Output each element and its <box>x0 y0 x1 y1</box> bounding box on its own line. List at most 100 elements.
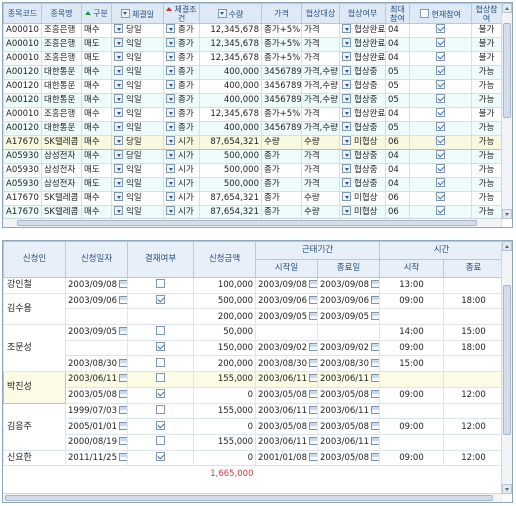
end-date-cell[interactable]: 2003/09/08 <box>317 277 380 294</box>
time-start-cell[interactable]: 13:00 <box>379 277 444 294</box>
end-date-cell[interactable]: 2003/06/11 <box>317 402 380 420</box>
attendance-row[interactable]: 200,000 2003/09/05 2003/09/05 <box>4 308 505 326</box>
cell-qty[interactable]: 500,000 <box>199 177 262 192</box>
end-date-cell[interactable]: 2003/05/08 <box>317 418 380 435</box>
attendance-row[interactable]: 2000/08/19 155,000 2003/06/11 2003/06/11 <box>4 433 505 451</box>
order-row[interactable]: A05930 삼성전자 매도 익일 시가 500,000 종가 가격 협상중 04 가능 <box>3 177 502 192</box>
cell-neg-status[interactable]: 미협상 <box>339 135 386 150</box>
start-date-cell[interactable]: 2003/05/08 <box>255 418 318 435</box>
order-row[interactable]: A05930 삼성전자 매수 당일 시가 500,000 종가 가격 협상중 04 가능 <box>3 149 502 164</box>
col-header-max[interactable]: 최대참여 <box>385 3 410 24</box>
approval-checkbox[interactable] <box>156 389 165 399</box>
dropdown-icon[interactable] <box>114 150 123 159</box>
cell-neg-status[interactable]: 협상중 <box>339 65 386 80</box>
apply-date-cell[interactable]: 2003/09/06 <box>65 292 128 310</box>
cell-current[interactable] <box>409 93 472 108</box>
time-end-cell[interactable]: 12:00 <box>442 418 505 435</box>
cell-neg-status[interactable]: 협상중 <box>339 121 386 136</box>
dropdown-icon[interactable] <box>114 108 123 117</box>
col-header-neg-join[interactable]: 협상참여 <box>471 3 502 24</box>
cell-code[interactable]: A00010 <box>3 37 42 52</box>
time-end-cell[interactable] <box>442 308 505 326</box>
end-date-cell[interactable]: 2003/06/11 <box>317 371 380 388</box>
cell-type[interactable]: 매수 <box>81 93 112 108</box>
time-start-cell[interactable] <box>379 402 444 420</box>
applicant-name[interactable]: 박진성 <box>3 371 66 404</box>
order-row[interactable]: A00120 대한통운 매수 익일 종가 400,000 34567891가격,수량 협상중 0… <box>3 79 502 94</box>
dropdown-icon[interactable] <box>342 80 351 89</box>
horizontal-scrollbar-2[interactable] <box>3 493 503 502</box>
attendance-row[interactable]: 2005/01/01 0 2003/05/08 2003/05/08 09:00 12:0… <box>4 418 505 435</box>
cell-code[interactable]: A00120 <box>3 93 42 108</box>
cell-exec-date[interactable]: 익일 <box>111 51 164 66</box>
dropdown-icon[interactable] <box>114 136 123 145</box>
dropdown-icon[interactable] <box>114 94 123 103</box>
col-header-end-date[interactable]: 종료일 <box>317 259 380 278</box>
checkbox[interactable] <box>436 94 445 103</box>
cell-neg-status[interactable]: 협상완료 <box>339 51 386 66</box>
applicant-name[interactable]: 김수용 <box>3 292 66 326</box>
apply-date-cell[interactable]: 2003/05/08 <box>65 386 128 404</box>
cell-exec-date[interactable]: 익일 <box>111 121 164 136</box>
dropdown-icon[interactable] <box>114 24 123 33</box>
calendar-icon[interactable] <box>119 374 127 383</box>
time-end-cell[interactable]: 18:00 <box>442 339 505 357</box>
approval-cell[interactable] <box>127 355 194 373</box>
cell-qty[interactable]: 12,345,678 <box>199 23 262 38</box>
col-header-exec-cond[interactable]: 체결조건 <box>163 3 200 24</box>
calendar-icon[interactable] <box>119 405 127 414</box>
calendar-icon[interactable] <box>371 390 379 399</box>
calendar-icon[interactable] <box>371 280 379 289</box>
cell-type[interactable]: 매수 <box>81 149 112 164</box>
cell-qty[interactable]: 87,654,321 <box>199 191 262 206</box>
sort-desc-icon[interactable] <box>166 6 173 11</box>
amount-cell[interactable]: 155,000 <box>193 433 256 451</box>
cell-current[interactable] <box>409 51 472 66</box>
calendar-icon[interactable] <box>371 358 379 367</box>
cell-neg-target[interactable]: 가격,수량 <box>301 65 340 80</box>
dropdown-icon[interactable] <box>342 66 351 75</box>
amount-cell[interactable]: 150,000 <box>193 339 256 357</box>
dropdown-icon[interactable] <box>114 52 123 61</box>
calendar-icon[interactable] <box>119 452 127 461</box>
approval-checkbox[interactable] <box>156 342 165 352</box>
start-date-cell[interactable]: 2003/09/08 <box>255 277 318 294</box>
cell-neg-target[interactable]: 가격 <box>301 51 340 66</box>
start-date-cell[interactable] <box>255 324 318 341</box>
approval-checkbox[interactable] <box>156 357 165 367</box>
cell-type[interactable]: 매수 <box>81 65 112 80</box>
cell-neg-join[interactable]: 불가 <box>471 107 502 122</box>
col-header-time[interactable]: 시간 <box>378 241 505 260</box>
cell-neg-target[interactable]: 가격 <box>301 177 340 192</box>
cell-price[interactable]: 종가 <box>261 191 302 206</box>
time-start-cell[interactable]: 09:00 <box>379 449 444 467</box>
attendance-row[interactable]: 김응주 1999/07/03 155,000 2003/06/11 2003/06/11 <box>3 402 505 451</box>
cell-code[interactable]: A17670 <box>3 191 42 206</box>
time-end-cell[interactable]: 12:00 <box>442 386 505 404</box>
cell-name[interactable]: 조흥은행 <box>41 23 82 38</box>
cell-exec-cond[interactable]: 시가 <box>163 191 200 206</box>
approval-cell[interactable] <box>127 433 194 451</box>
scroll-up-arrow-icon[interactable] <box>502 241 512 251</box>
col-header-exec-date[interactable]: 체결일 <box>111 3 164 24</box>
amount-cell[interactable]: 200,000 <box>193 355 256 373</box>
cell-name[interactable]: 대한통운 <box>41 79 82 94</box>
scroll-down-arrow-icon[interactable] <box>502 484 512 494</box>
cell-exec-date[interactable]: 당일 <box>111 135 164 150</box>
approval-checkbox[interactable] <box>156 373 165 383</box>
time-end-cell[interactable]: 18:00 <box>442 292 505 310</box>
cell-neg-join[interactable]: 가능 <box>471 163 502 178</box>
hscroll-thumb-2[interactable] <box>5 495 493 501</box>
amount-cell[interactable]: 0 <box>193 418 256 435</box>
scroll-thumb[interactable] <box>503 23 511 118</box>
apply-date-cell[interactable]: 2003/06/11 <box>65 371 128 388</box>
cell-max[interactable]: 04 <box>385 51 410 66</box>
dropdown-icon[interactable] <box>166 150 175 159</box>
approval-cell[interactable] <box>127 449 194 467</box>
dropdown-icon[interactable] <box>342 122 351 131</box>
approval-checkbox[interactable] <box>156 420 165 430</box>
time-start-cell[interactable] <box>379 371 444 388</box>
cell-qty[interactable]: 400,000 <box>199 65 262 80</box>
attendance-row[interactable]: 2003/08/30 200,000 2003/08/30 2003/08/30 15:… <box>4 355 505 373</box>
calendar-icon[interactable] <box>119 327 127 336</box>
